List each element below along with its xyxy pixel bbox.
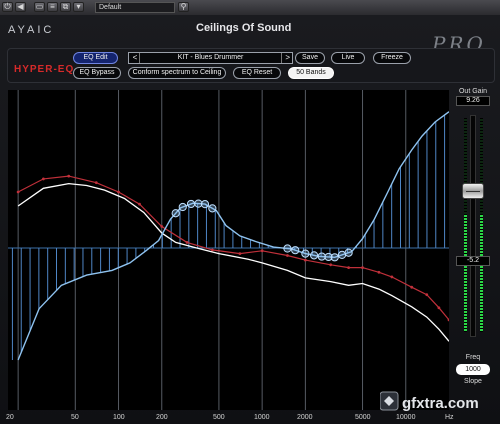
live-button[interactable]: Live	[331, 52, 365, 64]
ceiling-point	[437, 306, 441, 310]
svg-text:gfxtra.com: gfxtra.com	[402, 395, 479, 412]
preset-selector[interactable]: < KIT - Blues Drummer >	[128, 52, 293, 64]
host-preset-value: Default	[99, 4, 122, 11]
compare-icon[interactable]: ▭	[34, 2, 45, 12]
host-preset-select[interactable]: Default	[95, 2, 175, 13]
axis-tick-label: 1000	[254, 414, 270, 421]
ceiling-point	[210, 248, 214, 252]
eq-band-handle[interactable]	[178, 202, 187, 212]
ceiling-point	[160, 225, 164, 228]
eq-band-handle[interactable]	[317, 252, 326, 261]
out-gain-label: Out Gain	[458, 88, 487, 95]
output-panel: Out Gain 9.26 -5.2 Freq 1000 Slope	[450, 88, 496, 410]
eq-graph[interactable]	[8, 90, 449, 410]
ceiling-point	[16, 190, 20, 194]
bands-button[interactable]: 50 Bands	[288, 67, 334, 79]
freq-label: Freq	[465, 354, 481, 361]
eq-band-handle[interactable]	[344, 248, 353, 257]
eq-band-handle[interactable]	[283, 244, 292, 253]
ceiling-point	[361, 266, 364, 269]
slope-label: Slope	[464, 378, 482, 385]
eq-band-handle[interactable]	[309, 251, 319, 260]
next-preset-button[interactable]: >	[281, 53, 290, 63]
axis-tick-label: 5000	[355, 414, 371, 421]
eq-graph-canvas[interactable]	[8, 90, 449, 410]
prev-preset-button[interactable]: <	[131, 53, 140, 63]
preset-menu-icon[interactable]: ≡	[47, 2, 58, 12]
out-gain-fader-handle[interactable]	[462, 183, 484, 199]
ceiling-point	[260, 249, 264, 253]
eq-band-handle[interactable]	[171, 209, 180, 218]
axis-tick-label: 200	[156, 414, 168, 421]
ceiling-point	[347, 266, 351, 269]
plugin-title: Ceilings Of Sound	[196, 22, 292, 34]
ceiling-point	[238, 252, 242, 256]
eq-band-handle[interactable]	[330, 253, 339, 262]
eq-curve	[17, 111, 449, 361]
ceiling-point	[377, 270, 381, 274]
right-meter-segments	[480, 118, 483, 332]
module-label: HYPER-EQ	[14, 64, 75, 75]
host-toolbar: ⏻ ◀ ▭ ≡ ⧉ ▾ Default ⚲	[0, 0, 500, 16]
copy-icon[interactable]: ⧉	[60, 2, 71, 12]
out-gain-fader-track[interactable]	[470, 115, 476, 337]
save-button[interactable]: Save	[295, 52, 325, 64]
ceiling-point	[390, 275, 394, 279]
ceiling-point	[425, 293, 429, 297]
axis-tick-label: 100	[113, 414, 125, 421]
ceiling-point	[138, 202, 141, 206]
ceiling-point	[329, 263, 333, 267]
freeze-button[interactable]: Freeze	[373, 52, 411, 64]
ceiling-point	[286, 254, 289, 257]
ceiling-point	[185, 241, 189, 244]
link-icon[interactable]: ⚲	[178, 2, 189, 12]
ceiling-point	[67, 174, 71, 178]
watermark-logo: gfxtra.com	[380, 391, 479, 412]
ceiling-point	[42, 177, 45, 181]
ceiling-point	[410, 285, 414, 289]
eq-band-handle[interactable]	[186, 199, 196, 209]
brand-logo: AYAIC	[8, 24, 55, 36]
freq-value-field[interactable]: 1000	[456, 364, 490, 375]
eq-bypass-button[interactable]: EQ Bypass	[73, 67, 121, 79]
out-gain-readout[interactable]: 9.26	[456, 96, 490, 106]
ceiling-point	[117, 190, 120, 194]
axis-tick-label: 2000	[297, 414, 313, 421]
eq-band-handle[interactable]	[301, 249, 310, 258]
eq-edit-button[interactable]: EQ Edit	[73, 52, 118, 64]
conform-spectrum-button[interactable]: Conform spectrum to Ceiling	[128, 67, 226, 79]
eq-reset-button[interactable]: EQ Reset	[233, 67, 281, 79]
axis-tick-label: 500	[213, 414, 225, 421]
left-meter-segments	[464, 118, 467, 332]
bypass-icon[interactable]: ◀	[15, 2, 26, 12]
eq-band-handle[interactable]	[291, 246, 300, 255]
preset-name: KIT - Blues Drummer	[177, 54, 244, 61]
axis-tick-label: 20	[6, 414, 14, 421]
axis-tick-label: 50	[71, 414, 79, 421]
paste-icon[interactable]: ▾	[73, 2, 84, 12]
eq-band-handle[interactable]	[208, 204, 217, 213]
meter-readout: -5.2	[456, 256, 490, 266]
eq-band-handle[interactable]	[200, 200, 210, 209]
ceiling-point	[303, 258, 307, 262]
ceiling-point	[94, 181, 98, 185]
power-icon[interactable]: ⏻	[2, 2, 13, 12]
